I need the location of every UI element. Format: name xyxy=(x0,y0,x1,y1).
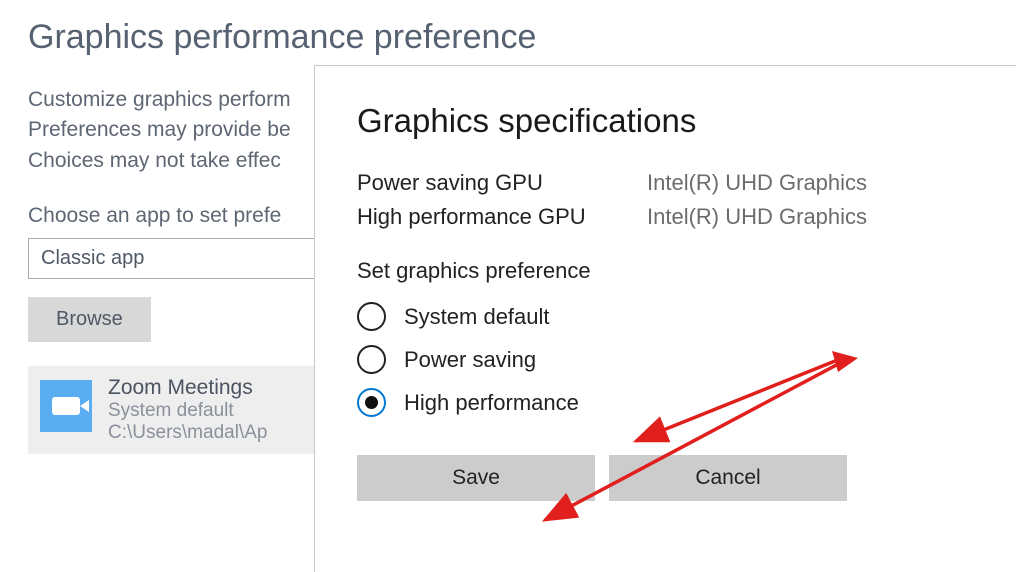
gpu-info-row: Power saving GPU Intel(R) UHD Graphics xyxy=(357,166,974,200)
preference-radio-group: System default Power saving High perform… xyxy=(357,302,974,417)
gpu-value: Intel(R) UHD Graphics xyxy=(647,200,867,234)
zoom-icon xyxy=(40,380,92,432)
app-list-item[interactable]: Zoom Meetings System default C:\Users\ma… xyxy=(28,366,338,454)
app-name: Zoom Meetings xyxy=(108,376,267,400)
radio-icon xyxy=(357,345,386,374)
radio-icon-checked xyxy=(357,388,386,417)
radio-system-default[interactable]: System default xyxy=(357,302,974,331)
radio-high-performance[interactable]: High performance xyxy=(357,388,974,417)
app-mode: System default xyxy=(108,400,267,422)
graphics-specifications-dialog: Graphics specifications Power saving GPU… xyxy=(314,65,1016,572)
dialog-button-row: Save Cancel xyxy=(357,455,974,501)
radio-icon xyxy=(357,302,386,331)
gpu-label: Power saving GPU xyxy=(357,166,647,200)
set-preference-heading: Set graphics preference xyxy=(357,258,974,284)
app-info: Zoom Meetings System default C:\Users\ma… xyxy=(108,376,267,444)
gpu-value: Intel(R) UHD Graphics xyxy=(647,166,867,200)
save-button[interactable]: Save xyxy=(357,455,595,501)
radio-power-saving[interactable]: Power saving xyxy=(357,345,974,374)
gpu-label: High performance GPU xyxy=(357,200,647,234)
browse-button[interactable]: Browse xyxy=(28,297,151,342)
cancel-button[interactable]: Cancel xyxy=(609,455,847,501)
radio-label: High performance xyxy=(404,390,579,416)
radio-label: System default xyxy=(404,304,550,330)
radio-label: Power saving xyxy=(404,347,536,373)
dropdown-value: Classic app xyxy=(41,247,144,269)
page-title: Graphics performance preference xyxy=(28,18,988,57)
app-path: C:\Users\madal\Ap xyxy=(108,422,267,444)
gpu-info-row: High performance GPU Intel(R) UHD Graphi… xyxy=(357,200,974,234)
app-type-dropdown[interactable]: Classic app xyxy=(28,238,328,279)
dialog-title: Graphics specifications xyxy=(357,102,974,140)
